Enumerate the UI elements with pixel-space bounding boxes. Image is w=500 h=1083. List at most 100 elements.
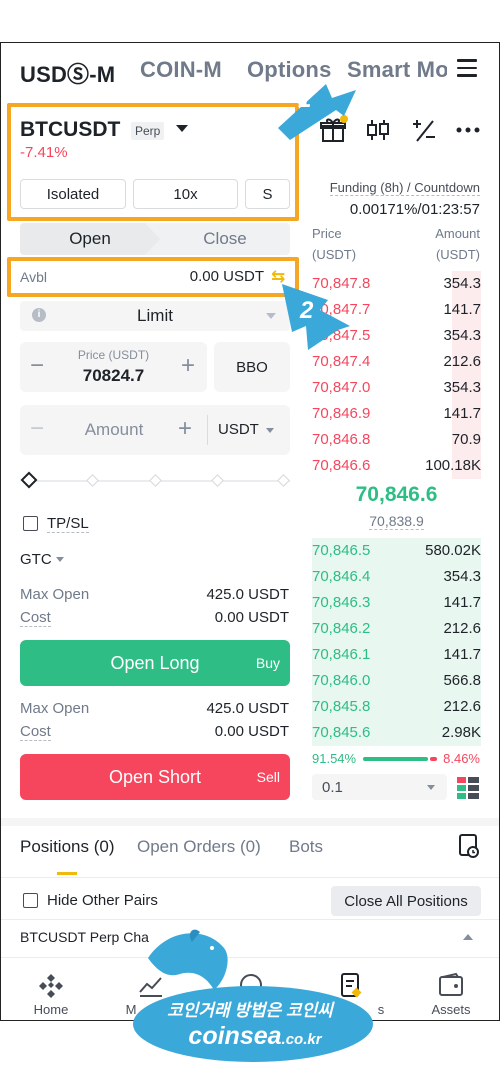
tif-select[interactable]: GTC xyxy=(20,551,52,568)
slider-tick[interactable] xyxy=(211,474,224,487)
price-input[interactable]: − Price (USDT) 70824.7 + xyxy=(20,342,207,392)
calculator-icon[interactable] xyxy=(409,115,439,145)
ask-amount: 100.18K xyxy=(425,457,481,474)
minus-icon[interactable]: − xyxy=(30,415,44,443)
ask-row[interactable]: 70,846.9 141.7 xyxy=(312,401,481,427)
bid-price: 70,845.8 xyxy=(312,698,371,715)
orderbook-amount-unit: (USDT) xyxy=(435,247,480,262)
bid-row[interactable]: 70,845.6 2.98K xyxy=(312,720,481,746)
slider-tick[interactable] xyxy=(149,474,162,487)
open-long-button[interactable]: Open Long Buy xyxy=(20,640,290,686)
tab-positions[interactable]: Positions (0) xyxy=(20,837,114,857)
plus-icon[interactable]: + xyxy=(181,352,195,380)
orderbook-layout-icon[interactable] xyxy=(457,777,479,799)
bid-amount: 141.7 xyxy=(443,646,481,663)
funding-value: 0.00171%/01:23:57 xyxy=(349,201,480,218)
leverage-slider[interactable] xyxy=(35,480,290,482)
bid-row[interactable]: 70,846.2 212.6 xyxy=(312,616,481,642)
close-all-positions-button[interactable]: Close All Positions xyxy=(331,886,481,916)
tab-usds-m[interactable]: USDⓈ-M xyxy=(20,57,115,89)
ask-price: 70,846.9 xyxy=(312,405,371,422)
order-type-label: Limit xyxy=(137,306,173,325)
callout-arrow-1 xyxy=(278,84,356,140)
chevron-down-icon xyxy=(56,557,64,562)
precision-select[interactable]: 0.1 xyxy=(312,774,447,800)
bid-row[interactable]: 70,846.5 580.02K xyxy=(312,538,481,564)
ask-row[interactable]: 70,846.6 100.18K xyxy=(312,453,481,479)
mark-price: 70,838.9 xyxy=(369,513,424,530)
bid-amount: 2.98K xyxy=(441,724,481,741)
slider-tick[interactable] xyxy=(277,474,290,487)
bid-row[interactable]: 70,846.4 354.3 xyxy=(312,564,481,590)
hide-other-pairs-checkbox[interactable] xyxy=(23,893,38,908)
ask-price: 70,847.4 xyxy=(312,353,371,370)
tab-open-orders[interactable]: Open Orders (0) xyxy=(137,837,261,857)
tpsl-checkbox[interactable] xyxy=(23,516,38,531)
chevron-down-icon xyxy=(427,785,435,790)
callout-number-2: 2 xyxy=(300,297,314,324)
buy-ratio: 91.54% xyxy=(312,751,357,766)
sell-label: Sell xyxy=(256,769,280,785)
orderbook-amount-header: Amount xyxy=(435,226,480,241)
bid-price: 70,846.2 xyxy=(312,620,371,637)
home-icon xyxy=(39,974,63,998)
ask-row[interactable]: 70,846.8 70.9 xyxy=(312,427,481,453)
ask-row[interactable]: 70,847.0 354.3 xyxy=(312,375,481,401)
plus-icon[interactable]: + xyxy=(178,415,192,443)
price-input-label: Price (USDT) xyxy=(77,348,150,362)
menu-icon[interactable] xyxy=(457,59,477,77)
buy-label: Buy xyxy=(255,655,280,671)
active-tab-indicator xyxy=(57,872,77,875)
amount-placeholder: Amount xyxy=(84,420,144,439)
bid-row[interactable]: 70,845.8 212.6 xyxy=(312,694,481,720)
bid-amount: 354.3 xyxy=(443,568,481,585)
order-type-select[interactable]: i Limit xyxy=(20,301,290,331)
bid-amount: 580.02K xyxy=(425,542,481,559)
bid-amount: 141.7 xyxy=(443,594,481,611)
bid-row[interactable]: 70,846.3 141.7 xyxy=(312,590,481,616)
max-open-value: 425.0 USDT xyxy=(206,700,289,717)
bid-price: 70,846.0 xyxy=(312,672,371,689)
ask-amount: 354.3 xyxy=(443,275,481,292)
tab-smart-money[interactable]: Smart Mo xyxy=(347,57,447,83)
more-icon[interactable] xyxy=(453,115,483,145)
order-history-icon[interactable] xyxy=(457,833,481,859)
highlight-box-2 xyxy=(7,257,299,297)
cost-label: Cost xyxy=(20,609,51,627)
last-price[interactable]: 70,846.6 xyxy=(312,483,481,507)
amount-unit-select[interactable]: USDT xyxy=(218,421,259,438)
max-open-value: 425.0 USDT xyxy=(206,586,289,603)
cost-label: Cost xyxy=(20,723,51,741)
open-long-label: Open Long xyxy=(110,653,200,673)
bid-row[interactable]: 70,846.1 141.7 xyxy=(312,642,481,668)
hide-other-pairs-label: Hide Other Pairs xyxy=(47,892,158,909)
tab-coin-m[interactable]: COIN-M xyxy=(140,57,222,83)
bid-price: 70,846.3 xyxy=(312,594,371,611)
amount-input[interactable]: − Amount + USDT xyxy=(20,405,290,455)
price-input-value[interactable]: 70824.7 xyxy=(20,366,207,386)
candlestick-icon[interactable] xyxy=(363,115,393,145)
max-open-label: Max Open xyxy=(20,700,90,717)
slider-tick[interactable] xyxy=(86,474,99,487)
ask-amount: 354.3 xyxy=(443,379,481,396)
orderbook-price-unit: (USDT) xyxy=(312,247,357,262)
bid-row[interactable]: 70,846.0 566.8 xyxy=(312,668,481,694)
cost-value: 0.00 USDT xyxy=(214,723,289,740)
nav-assets[interactable]: Assets xyxy=(401,958,499,1020)
close-tab[interactable]: Close xyxy=(160,223,290,255)
open-tab[interactable]: Open xyxy=(20,223,160,255)
bid-price: 70,846.4 xyxy=(312,568,371,585)
orderbook-price-header: Price xyxy=(312,226,342,241)
funding-label[interactable]: Funding (8h) / Countdown xyxy=(329,180,480,196)
watermark-line1: 코인거래 방법은 코인씨 xyxy=(167,1001,333,1020)
open-short-button[interactable]: Open Short Sell xyxy=(20,754,290,800)
sell-ratio: 8.46% xyxy=(443,751,480,766)
tab-bots[interactable]: Bots xyxy=(289,837,323,857)
precision-value: 0.1 xyxy=(322,779,343,796)
chevron-up-icon[interactable] xyxy=(463,934,473,940)
bid-amount: 566.8 xyxy=(443,672,481,689)
ask-amount: 141.7 xyxy=(443,405,481,422)
callout-number-1: 1 xyxy=(298,86,312,113)
slider-handle[interactable] xyxy=(20,471,38,489)
bid-price: 70,846.5 xyxy=(312,542,371,559)
